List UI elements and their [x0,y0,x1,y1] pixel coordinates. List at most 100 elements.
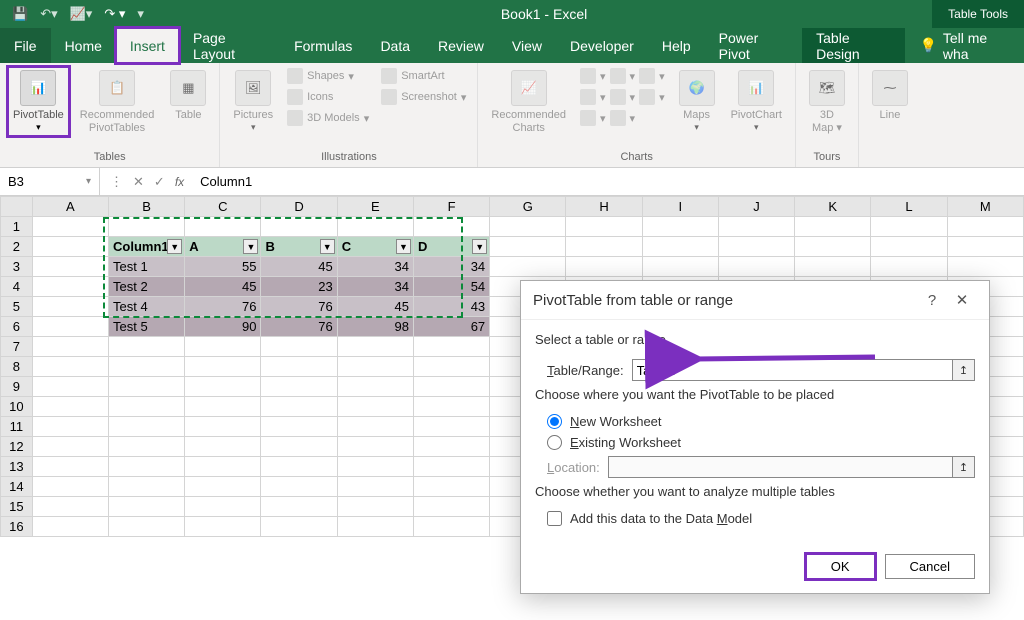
cell-B1[interactable] [109,217,185,237]
redo-icon[interactable]: ↷ ▾ [104,6,125,22]
cell-D11[interactable] [261,417,337,437]
location-picker-button[interactable]: ↥ [953,456,975,478]
cell-F10[interactable] [413,397,489,417]
cell-H3[interactable] [566,257,642,277]
cell-C3[interactable]: 55 [185,257,261,277]
row-head-3[interactable]: 3 [1,257,33,277]
cell-D5[interactable]: 76 [261,297,337,317]
cell-G3[interactable] [490,257,566,277]
cell-A13[interactable] [32,457,108,477]
cell-J1[interactable] [718,217,794,237]
cell-D1[interactable] [261,217,337,237]
dialog-help-button[interactable]: ? [917,292,947,309]
cell-E9[interactable] [337,377,413,397]
row-head-2[interactable]: 2 [1,237,33,257]
cell-D15[interactable] [261,497,337,517]
data-model-label[interactable]: Add this data to the Data Model [570,511,752,526]
cell-C16[interactable] [185,517,261,537]
col-head-G[interactable]: G [490,197,566,217]
cell-A8[interactable] [32,357,108,377]
cell-B4[interactable]: Test 2 [109,277,185,297]
row-head-15[interactable]: 15 [1,497,33,517]
cell-B10[interactable] [109,397,185,417]
row-head-16[interactable]: 16 [1,517,33,537]
cell-E2[interactable]: C▼ [337,237,413,257]
cancel-button[interactable]: Cancel [885,554,975,579]
filter-dropdown-icon[interactable]: ▼ [320,239,335,254]
cell-A3[interactable] [32,257,108,277]
cell-D13[interactable] [261,457,337,477]
3d-map-button[interactable]: 🗺 3DMap ▾ [804,67,850,137]
col-head-D[interactable]: D [261,197,337,217]
cell-C10[interactable] [185,397,261,417]
tab-developer[interactable]: Developer [556,28,648,63]
cell-C13[interactable] [185,457,261,477]
row-head-8[interactable]: 8 [1,357,33,377]
qat-more-icon[interactable]: ▾ [137,6,144,22]
cell-D12[interactable] [261,437,337,457]
cell-D10[interactable] [261,397,337,417]
cell-C12[interactable] [185,437,261,457]
cell-A5[interactable] [32,297,108,317]
row-head-4[interactable]: 4 [1,277,33,297]
cell-A14[interactable] [32,477,108,497]
ok-button[interactable]: OK [806,554,875,579]
row-head-6[interactable]: 6 [1,317,33,337]
cell-D3[interactable]: 45 [261,257,337,277]
cell-F6[interactable]: 67 [413,317,489,337]
cell-G2[interactable] [490,237,566,257]
cell-D8[interactable] [261,357,337,377]
cell-L1[interactable] [871,217,947,237]
cell-C2[interactable]: A▼ [185,237,261,257]
cell-I3[interactable] [642,257,718,277]
row-head-13[interactable]: 13 [1,457,33,477]
cell-D4[interactable]: 23 [261,277,337,297]
cell-D2[interactable]: B▼ [261,237,337,257]
cell-A10[interactable] [32,397,108,417]
shapes-button[interactable]: Shapes ▾ [284,67,372,85]
col-head-M[interactable]: M [947,197,1023,217]
cell-C7[interactable] [185,337,261,357]
cell-F5[interactable]: 43 [413,297,489,317]
cell-D14[interactable] [261,477,337,497]
pivottable-button[interactable]: 📊 PivotTable ▾ [8,67,69,136]
col-head-I[interactable]: I [642,197,718,217]
pivotchart-button[interactable]: 📊 PivotChart ▾ [726,67,787,136]
cell-E10[interactable] [337,397,413,417]
tab-file[interactable]: File [0,28,51,63]
pictures-button[interactable]: 🖼 Pictures ▾ [228,67,278,136]
cell-E7[interactable] [337,337,413,357]
cell-D9[interactable] [261,377,337,397]
cell-F4[interactable]: 54 [413,277,489,297]
cancel-formula-icon[interactable]: ✕ [133,174,144,190]
tab-home[interactable]: Home [51,28,116,63]
cell-J2[interactable] [718,237,794,257]
cell-J3[interactable] [718,257,794,277]
cell-E8[interactable] [337,357,413,377]
cell-E3[interactable]: 34 [337,257,413,277]
cell-F14[interactable] [413,477,489,497]
name-options-icon[interactable]: ⋮ [110,174,123,190]
row-head-10[interactable]: 10 [1,397,33,417]
cell-A12[interactable] [32,437,108,457]
cell-B14[interactable] [109,477,185,497]
col-head-F[interactable]: F [413,197,489,217]
tab-page-layout[interactable]: Page Layout [179,28,280,63]
filter-dropdown-icon[interactable]: ▼ [396,239,411,254]
cell-B15[interactable] [109,497,185,517]
cell-F12[interactable] [413,437,489,457]
chart-type-3[interactable]: ▾ ▾ [577,109,668,127]
recommended-charts-button[interactable]: 📈 RecommendedCharts [486,67,571,137]
cell-H1[interactable] [566,217,642,237]
cell-D6[interactable]: 76 [261,317,337,337]
col-head-K[interactable]: K [795,197,871,217]
cell-E13[interactable] [337,457,413,477]
row-head-1[interactable]: 1 [1,217,33,237]
cell-K1[interactable] [795,217,871,237]
cell-C9[interactable] [185,377,261,397]
chart-type-1[interactable]: ▾ ▾ ▾ [577,67,668,85]
cell-E1[interactable] [337,217,413,237]
cell-E12[interactable] [337,437,413,457]
filter-dropdown-icon[interactable]: ▼ [472,239,487,254]
icons-button[interactable]: Icons [284,88,372,106]
